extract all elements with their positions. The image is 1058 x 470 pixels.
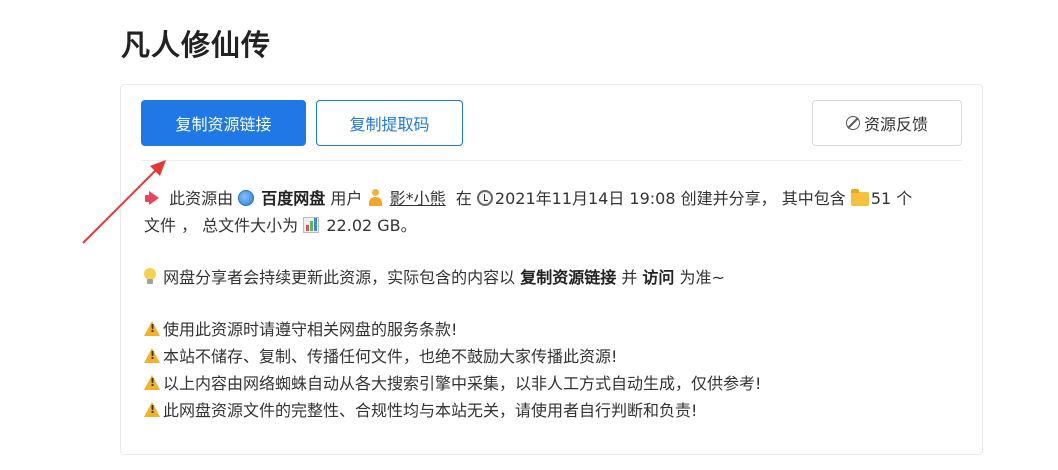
toolbar: 复制资源链接 复制提取码 资源反馈 [141, 100, 962, 146]
notice-bold-2: 访问 [642, 268, 675, 287]
megaphone-icon [144, 190, 162, 206]
username-link[interactable]: 影*小熊 [390, 189, 446, 208]
feedback-label: 资源反馈 [863, 115, 928, 134]
file-count: 51 [870, 189, 892, 208]
update-notice: 网盘分享者会持续更新此资源，实际包含的内容以 复制资源链接 并 访问 为准~ [144, 264, 964, 291]
ban-icon [845, 116, 860, 130]
person-icon [368, 189, 383, 206]
created-text: 创建并分享， 其中包含 [680, 189, 846, 208]
total-size: 22.02 GB。 [326, 216, 417, 235]
warning-text: 此网盘资源文件的完整性、合规性均与本站无关，请使用者自行判断和负责! [163, 401, 698, 420]
globe-icon [238, 190, 255, 206]
warning-text: 本站不储存、复制、传播任何文件，也绝不鼓励大家传播此资源! [163, 347, 618, 366]
platform-name: 百度网盘 [261, 189, 326, 208]
copy-code-button[interactable]: 复制提取码 [316, 100, 463, 146]
clock-icon [476, 190, 493, 206]
feedback-button[interactable]: 资源反馈 [812, 100, 962, 146]
bar-chart-icon [303, 217, 320, 233]
warning-item: 使用此资源时请遵守相关网盘的服务条款! [144, 316, 964, 343]
warning-item: 本站不储存、复制、传播任何文件，也绝不鼓励大家传播此资源! [144, 343, 964, 370]
warning-icon [144, 348, 160, 363]
warning-text: 使用此资源时请遵守相关网盘的服务条款! [163, 320, 458, 339]
resource-card: 复制资源链接 复制提取码 资源反馈 此资源由 百度网盘 用户 影*小熊 在 20… [120, 84, 983, 455]
warning-text: 以上内容由网络蜘蛛自动从各大搜索引擎中采集，以非人工方式自动生成，仅供参考! [163, 374, 762, 393]
divider [141, 160, 962, 161]
share-info: 此资源由 百度网盘 用户 影*小熊 在 2021年11月14日 19:08 创建… [144, 185, 964, 239]
count-unit: 个 [896, 189, 913, 208]
warning-icon [144, 375, 160, 390]
warning-icon [144, 402, 160, 417]
info-prefix: 此资源由 [169, 189, 234, 208]
notice-text-3: 为准~ [679, 268, 725, 287]
warning-item: 以上内容由网络蜘蛛自动从各大搜索引擎中采集，以非人工方式自动生成，仅供参考! [144, 370, 964, 397]
user-word: 用户 [330, 189, 363, 208]
resource-info: 此资源由 百度网盘 用户 影*小熊 在 2021年11月14日 19:08 创建… [144, 185, 964, 424]
notice-bold-1: 复制资源链接 [520, 268, 617, 287]
folder-icon [850, 189, 869, 206]
page-title: 凡人修仙传 [121, 28, 272, 62]
warning-list: 使用此资源时请遵守相关网盘的服务条款! 本站不储存、复制、传播任何文件，也绝不鼓… [144, 316, 964, 424]
at-word: 在 [455, 189, 472, 208]
copy-link-button[interactable]: 复制资源链接 [141, 100, 306, 146]
warning-icon [144, 321, 160, 336]
lightbulb-icon [144, 268, 156, 285]
notice-text-1: 网盘分享者会持续更新此资源，实际包含的内容以 [163, 268, 516, 287]
notice-text-2: 并 [621, 268, 638, 287]
warning-item: 此网盘资源文件的完整性、合规性均与本站无关，请使用者自行判断和负责! [144, 397, 964, 424]
line2-prefix: 文件 ， 总文件大小为 [144, 216, 299, 235]
share-datetime: 2021年11月14日 19:08 [494, 189, 676, 208]
